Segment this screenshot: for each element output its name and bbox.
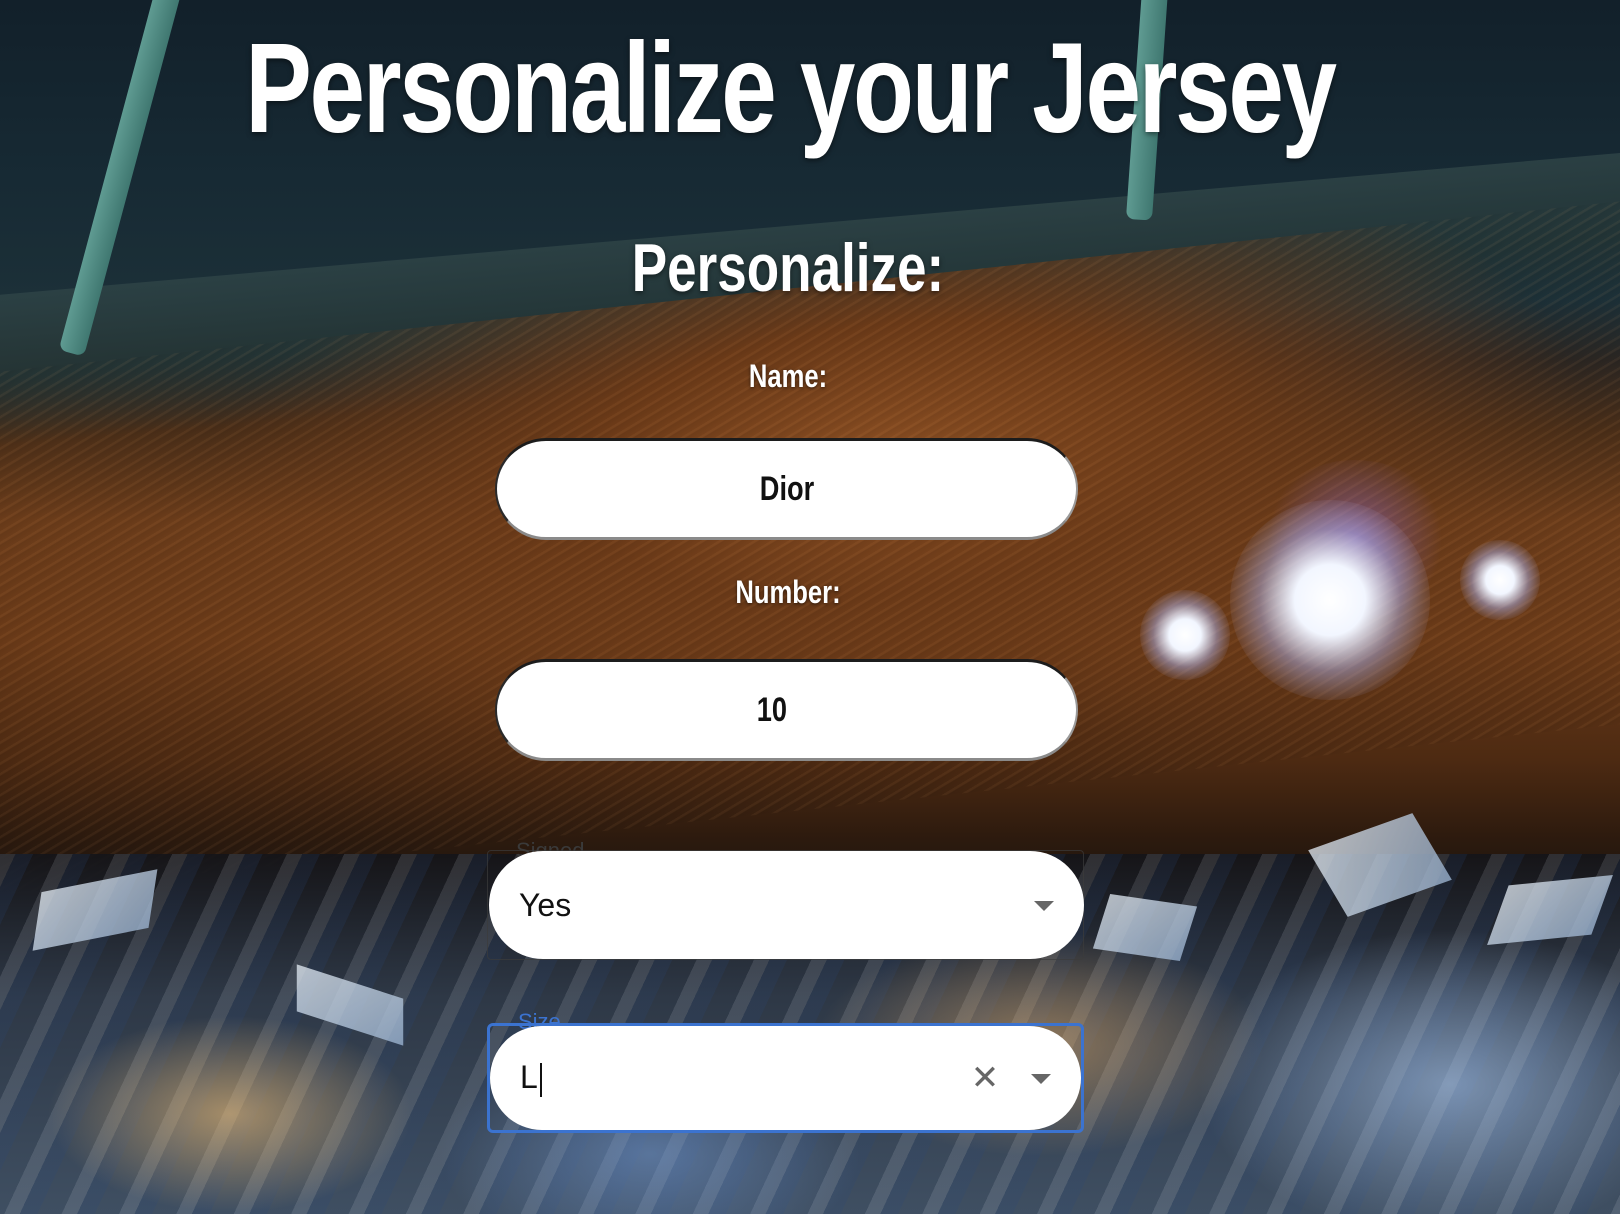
signed-select-value: Yes <box>519 886 572 923</box>
signed-select[interactable]: Signed Yes <box>487 839 1084 960</box>
size-autocomplete-value: L <box>520 1059 538 1096</box>
size-autocomplete-value-wrap: L <box>520 1059 542 1097</box>
name-input[interactable]: Dior <box>495 438 1078 540</box>
signed-select-box[interactable]: Yes <box>489 851 1084 959</box>
section-title: Personalize: <box>631 230 945 306</box>
size-autocomplete[interactable]: Size L ✕ <box>487 1010 1084 1133</box>
number-input-value: 10 <box>756 690 787 729</box>
chevron-down-icon[interactable] <box>1031 1074 1051 1084</box>
text-cursor <box>539 1062 542 1097</box>
close-icon[interactable]: ✕ <box>965 1058 1005 1098</box>
name-label: Name: <box>748 358 828 394</box>
name-input-value: Dior <box>759 469 814 508</box>
page-title: Personalize your Jersey <box>245 17 1337 160</box>
chevron-down-icon[interactable] <box>1034 901 1054 911</box>
personalize-form-page: Personalize your Jersey Personalize: Nam… <box>0 0 1620 1214</box>
number-input[interactable]: 10 <box>495 659 1078 761</box>
size-autocomplete-input[interactable]: L ✕ <box>490 1026 1081 1130</box>
number-label: Number: <box>735 574 841 610</box>
